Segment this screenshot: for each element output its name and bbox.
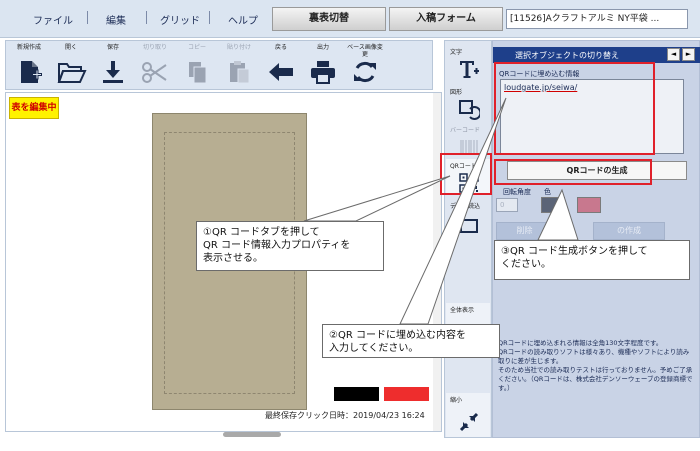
last-saved-status: 最終保存クリック日時：2019/04/23 16:24 <box>265 411 425 420</box>
toolbar: 新規作成 開く 保存 切り取り コピー 貼り付け 戻る 出力 ベース画像変更 <box>5 40 433 90</box>
save-label: 保存 <box>106 44 119 51</box>
create-button[interactable]: の作成 <box>593 222 665 240</box>
object-switch-header: 選択オブジェクトの切り替え ◄ ► <box>493 47 700 63</box>
menu-bar: ファイル 編集 グリッド ヘルプ 裏表切替 入稿フォーム [11526]Aクラフ… <box>0 0 700 38</box>
annotation-step-2: ②QR コードに埋め込む内容を 入力してください。 <box>322 324 500 358</box>
copy-button[interactable]: コピー <box>177 43 217 89</box>
stroke-color-box[interactable] <box>577 197 601 213</box>
tab-shrink[interactable]: 縮小 <box>446 393 490 437</box>
qr-notes: QRコードに埋め込まれる情報は全角130文字程度です。 QRコードの読み取りソフ… <box>498 339 693 392</box>
color-swatch-black[interactable] <box>334 387 379 401</box>
output-button[interactable]: 出力 <box>303 43 343 89</box>
menu-separator <box>209 11 210 24</box>
new-button[interactable]: 新規作成 <box>9 43 49 89</box>
menu-help[interactable]: ヘルプ <box>228 12 258 27</box>
save-button[interactable]: 保存 <box>93 43 133 89</box>
tab-data-import[interactable]: データ読込 <box>446 199 490 235</box>
tab-text[interactable]: 文字 <box>446 45 490 83</box>
folder-open-icon <box>57 63 87 83</box>
cut-label: 切り取り <box>142 44 167 51</box>
tab-data-import-label: データ読込 <box>450 203 481 210</box>
shrink-icon <box>459 412 479 432</box>
annotation-step-3: ③QR コード生成ボタンを押して ください。 <box>494 240 690 280</box>
menu-file[interactable]: ファイル <box>33 12 73 27</box>
menu-grid[interactable]: グリッド <box>160 12 200 27</box>
paste-button[interactable]: 貼り付け <box>219 43 259 89</box>
document-select[interactable]: [11526]Aクラフトアルミ NY平袋 ... <box>506 9 688 29</box>
back-label: 戻る <box>274 44 287 51</box>
shape-tool-icon <box>459 100 480 120</box>
paste-label: 貼り付け <box>226 44 251 51</box>
menu-edit[interactable]: 編集 <box>106 12 126 27</box>
cut-button[interactable]: 切り取り <box>135 43 175 89</box>
tab-text-label: 文字 <box>450 49 463 56</box>
tab-shape-label: 図形 <box>450 89 463 96</box>
delete-button[interactable]: 削除 <box>496 222 553 240</box>
open-button[interactable]: 開く <box>51 43 91 89</box>
tab-barcode[interactable]: バーコード <box>446 123 490 157</box>
download-icon <box>103 61 123 83</box>
data-import-icon <box>460 219 478 233</box>
rotation-label: 回転角度 <box>503 188 531 196</box>
new-document-icon <box>21 61 42 83</box>
copy-icon <box>189 62 207 84</box>
refresh-icon <box>354 61 376 83</box>
text-tool-icon <box>460 61 479 78</box>
paste-icon <box>230 61 250 84</box>
tab-fit-view-label: 全体表示 <box>450 307 475 314</box>
menu-separator <box>87 11 88 24</box>
tab-barcode-label: バーコード <box>450 127 481 134</box>
highlight-qr-tab <box>440 153 492 195</box>
highlight-qr-input <box>494 62 655 155</box>
horizontal-scrollbar[interactable] <box>223 432 281 437</box>
tab-shape[interactable]: 図形 <box>446 85 490 123</box>
arrow-left-icon <box>269 63 293 81</box>
color-label: 色 <box>544 188 551 196</box>
editing-side-badge: 表を編集中 <box>9 97 59 119</box>
color-swatch-red[interactable] <box>384 387 429 401</box>
scissors-icon <box>142 62 167 83</box>
tab-shrink-label: 縮小 <box>450 397 463 404</box>
menu-separator <box>146 11 147 24</box>
open-label: 開く <box>64 44 77 51</box>
canvas-vertical-scrollbar[interactable] <box>433 93 441 431</box>
change-base-image-button[interactable]: ベース画像変更 <box>345 43 385 89</box>
previous-object-button[interactable]: ◄ <box>667 48 680 61</box>
front-back-toggle-tab[interactable]: 裏表切替 <box>272 7 386 31</box>
tool-tab-strip: 文字 図形 バーコード QRコード データ読込 全体表示 縮小 <box>444 40 492 438</box>
change-base-image-label: ベース画像変更 <box>347 44 383 58</box>
submission-form-tab[interactable]: 入稿フォーム <box>389 7 503 31</box>
annotation-step-1: ①QR コードタブを押して QR コード情報入力プロパティを 表示させる。 <box>196 221 384 271</box>
fill-color-box[interactable] <box>541 197 565 213</box>
object-switch-title: 選択オブジェクトの切り替え <box>515 51 619 60</box>
highlight-generate-button <box>494 159 652 185</box>
back-button[interactable]: 戻る <box>261 43 301 89</box>
copy-label: コピー <box>187 44 206 51</box>
output-label: 出力 <box>316 44 329 51</box>
rotation-input[interactable]: 0 <box>496 198 518 212</box>
printer-icon <box>311 61 335 84</box>
new-label: 新規作成 <box>16 44 41 51</box>
next-object-button[interactable]: ► <box>682 48 695 61</box>
